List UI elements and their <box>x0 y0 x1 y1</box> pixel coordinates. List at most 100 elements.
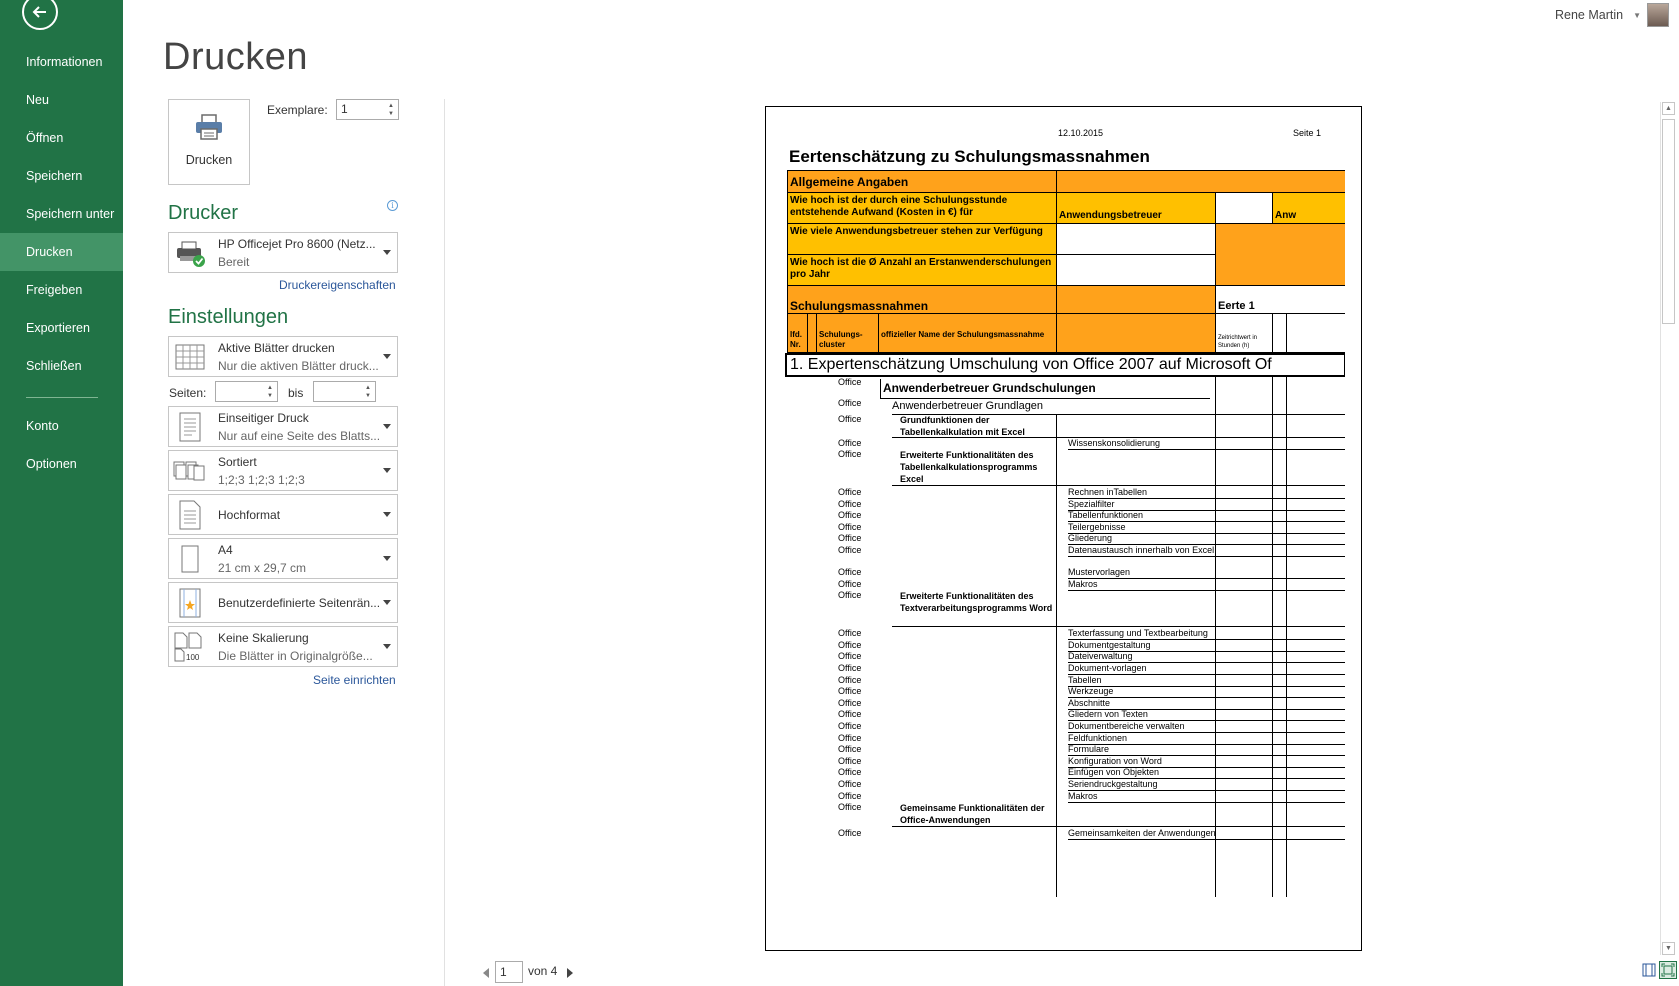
page-title: Drucken <box>163 36 308 78</box>
chevron-down-icon <box>383 511 391 517</box>
topic-label: Feldfunktionen <box>1068 732 1128 743</box>
sidebar-item-exportieren[interactable]: Exportieren <box>0 309 123 347</box>
print-preview-page: 12.10.2015 Seite 1 Eertenschätzung zu Sc… <box>765 106 1362 951</box>
sidebar-item-neu[interactable]: Neu <box>0 81 123 119</box>
portrait-icon <box>173 498 207 532</box>
orientation-dropdown[interactable]: Hochformat <box>168 494 398 535</box>
cluster-label: Office <box>838 510 862 521</box>
zoom-to-page-icon[interactable] <box>1659 961 1677 979</box>
grid-line <box>1068 449 1345 450</box>
scroll-down-icon[interactable]: ▼ <box>1662 942 1675 955</box>
topic-label: Makros <box>1068 790 1098 801</box>
svg-text:100: 100 <box>186 653 200 662</box>
grid-line <box>892 485 1345 486</box>
sides-sub: Nur auf eine Seite des Blatts... <box>218 429 381 443</box>
cluster-label: Office <box>838 651 862 662</box>
cluster-label: Office <box>838 709 862 720</box>
collate-dropdown[interactable]: Sortiert 1;2;3 1;2;3 1;2;3 <box>168 450 398 491</box>
general-heading-fill <box>1056 170 1345 193</box>
grid-line <box>1068 801 1345 803</box>
print-button[interactable]: Drucken <box>168 99 250 185</box>
scaling-title: Keine Skalierung <box>218 631 309 645</box>
topic-label: Rechnen inTabellen <box>1068 487 1148 497</box>
grid-line <box>1068 674 1345 675</box>
topic-label: Gliedern von Texten <box>1068 709 1148 720</box>
page-setup-link[interactable]: Seite einrichten <box>313 673 396 687</box>
info-icon[interactable]: i <box>387 200 398 211</box>
grid-line <box>892 826 1345 828</box>
chevron-down-icon <box>383 555 391 561</box>
printer-dropdown[interactable]: HP Officejet Pro 8600 (Netz... Bereit <box>168 232 398 273</box>
paper-size-dropdown[interactable]: A4 21 cm x 29,7 cm <box>168 538 398 579</box>
paper-size-title: A4 <box>218 543 233 557</box>
cluster-label: Office <box>838 487 862 497</box>
pages-from-input[interactable]: ▲ ▼ <box>215 381 278 402</box>
topic-label: Dokument-vorlagen <box>1068 663 1147 673</box>
sidebar-item-informationen[interactable]: Informationen <box>0 43 123 81</box>
sides-dropdown[interactable]: Einseitiger Druck Nur auf eine Seite des… <box>168 406 398 447</box>
scroll-thumb[interactable] <box>1662 119 1675 324</box>
preview-date: 12.10.2015 <box>1058 128 1104 138</box>
topic-label: Abschnitte <box>1068 697 1111 708</box>
collate-title: Sortiert <box>218 455 257 469</box>
scroll-up-icon[interactable]: ▲ <box>1662 102 1675 115</box>
copies-stepper[interactable]: 1 ▲ ▼ <box>336 99 399 120</box>
back-arrow-icon[interactable] <box>22 0 58 30</box>
print-what-sub: Nur die aktiven Blätter druck... <box>218 359 379 373</box>
pages-label: Seiten: <box>169 386 207 400</box>
stepper-arrows-icon[interactable]: ▲ ▼ <box>265 382 275 401</box>
copies-label: Exemplare: <box>267 103 328 117</box>
question-cost: Wie hoch ist der durch eine Schulungsstu… <box>787 192 1057 224</box>
sidebar-item-optionen[interactable]: Optionen <box>0 445 123 483</box>
cost-input-cell <box>1215 192 1273 224</box>
category-label: Erweiterte Funktionalitäten des Tabellen… <box>900 450 1038 484</box>
sidebar-item-drucken[interactable]: Drucken <box>0 233 123 271</box>
sidebar-item-speichern-unter[interactable]: Speichern unter <box>0 195 123 233</box>
topic-label: Dateiverwaltung <box>1068 651 1133 662</box>
cluster-label: Office <box>838 639 862 650</box>
excel-backstage-print: Informationen Neu Öffnen Speichern Speic… <box>0 0 1679 986</box>
stepper-arrows-icon[interactable]: ▲ ▼ <box>386 100 396 119</box>
backstage-sidebar: Informationen Neu Öffnen Speichern Speic… <box>0 0 123 986</box>
sidebar-item-schliessen[interactable]: Schließen <box>0 347 123 385</box>
page-number-input[interactable]: 1 <box>495 961 523 983</box>
print-what-dropdown[interactable]: Aktive Blätter drucken Nur die aktiven B… <box>168 336 398 377</box>
scaling-sub: Die Blätter in Originalgröße... <box>218 649 373 663</box>
topic-label: Datenaustausch innerhalb von Excel <box>1068 545 1215 555</box>
paper-size-sub: 21 cm x 29,7 cm <box>218 561 307 575</box>
collated-icon <box>173 454 207 488</box>
topic-label: Dokumentbereiche verwalten <box>1068 721 1185 731</box>
grid-line <box>1215 377 1216 897</box>
grid-line <box>1068 839 1345 841</box>
measures-heading: Schulungsmassnahmen <box>787 285 1057 314</box>
cluster-label: Office <box>838 721 862 731</box>
pages-to-input[interactable]: ▲ ▼ <box>313 381 376 402</box>
eerte-label: Eerte 1 <box>1215 285 1345 314</box>
grid-line <box>1068 578 1345 579</box>
cluster-label: Office <box>838 663 862 673</box>
chevron-down-icon <box>383 599 391 605</box>
measures-fill <box>1056 285 1216 314</box>
scaling-dropdown[interactable]: 100 Keine Skalierung Die Blätter in Orig… <box>168 626 398 667</box>
sidebar-item-speichern[interactable]: Speichern <box>0 157 123 195</box>
stepper-arrows-icon[interactable]: ▲ ▼ <box>363 382 373 401</box>
user-account[interactable]: Rene Martin ▼ <box>1555 3 1669 27</box>
chevron-down-icon <box>383 423 391 429</box>
category-label: Erweiterte Funktionalitäten des Textvera… <box>900 591 1053 614</box>
copies-value: 1 <box>341 102 348 116</box>
topic-label: Konfiguration von Word <box>1068 755 1162 766</box>
single-sided-icon <box>173 410 207 444</box>
margins-dropdown[interactable]: Benutzerdefinierte Seitenrän... <box>168 582 398 623</box>
vertical-scrollbar[interactable]: ▲ ▼ <box>1660 102 1675 955</box>
sidebar-item-konto[interactable]: Konto <box>0 407 123 445</box>
cluster-label: Office <box>838 628 862 639</box>
printer-properties-link[interactable]: Druckereigenschaften <box>279 278 396 292</box>
next-page-icon[interactable] <box>567 968 573 978</box>
cluster-label: Office <box>838 521 862 532</box>
grid-line <box>1068 556 1345 557</box>
sidebar-item-oeffnen[interactable]: Öffnen <box>0 119 123 157</box>
show-margins-icon[interactable] <box>1640 961 1658 979</box>
printer-heading: Drucker <box>168 202 239 224</box>
prev-page-icon[interactable] <box>483 968 489 978</box>
sidebar-item-freigeben[interactable]: Freigeben <box>0 271 123 309</box>
